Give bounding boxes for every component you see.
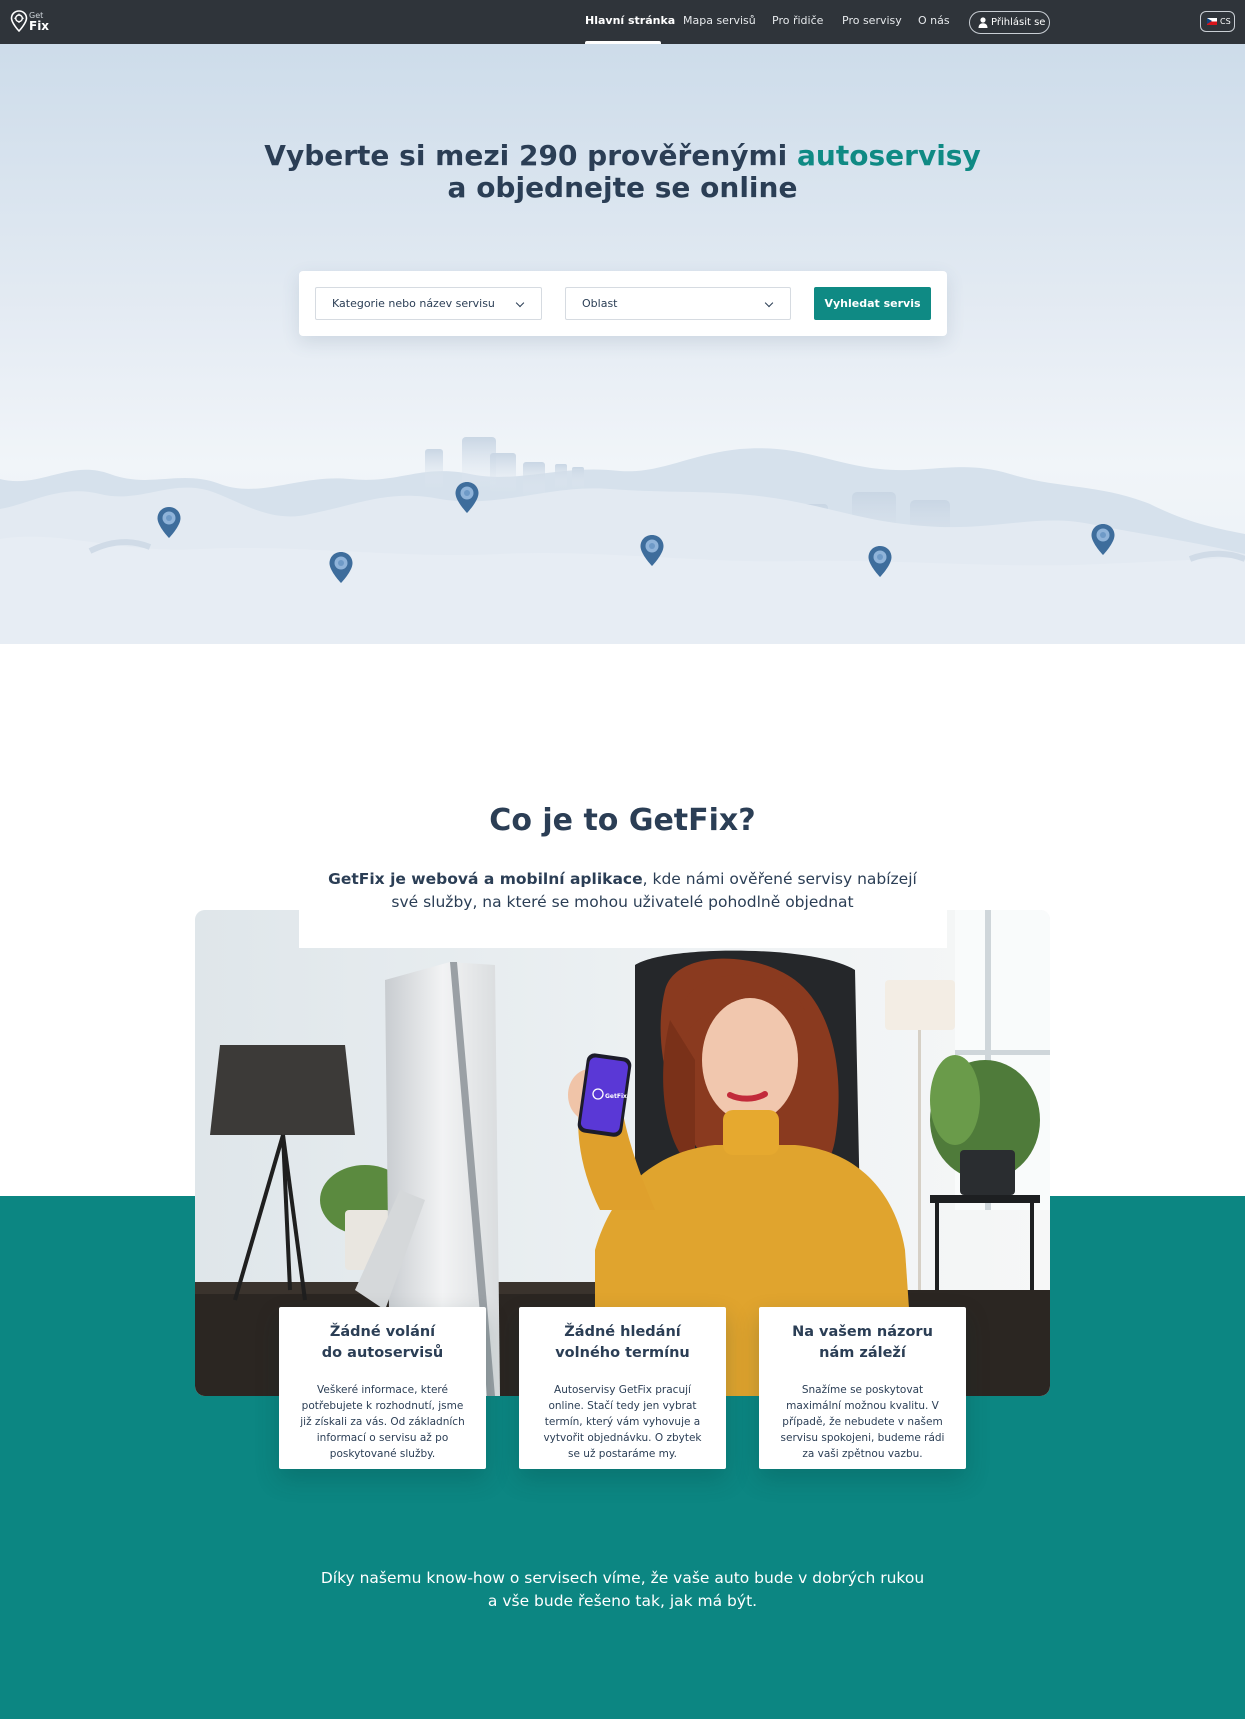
feature-card-text: Snažíme se poskytovat maximální možnou k…	[780, 1384, 945, 1460]
top-navigation: Get Fix Hlavní stránka Mapa servisů Pro …	[0, 0, 1245, 44]
feature-card-feedback: Na vašem názoru nám záleží Snažíme se po…	[759, 1307, 966, 1469]
map-pin-icon	[868, 546, 892, 577]
map-pin-icon	[1091, 524, 1115, 555]
search-service-button[interactable]: Vyhledat servis	[814, 287, 931, 320]
chevron-down-icon	[515, 298, 525, 308]
feature-card-title: Žádné volání do autoservisů	[321, 1324, 444, 1361]
czech-flag-icon	[1207, 18, 1217, 25]
nav-item-for-services[interactable]: Pro servisy	[842, 0, 902, 44]
nav-item-service-map[interactable]: Mapa servisů	[683, 0, 756, 44]
search-panel: Kategorie nebo název servisu Oblast Vyhl…	[299, 271, 947, 336]
hero-title: Vyberte si mezi 290 prověřenými autoserv…	[0, 140, 1245, 204]
map-pin-icon	[329, 552, 353, 583]
map-pin-icon	[640, 535, 664, 566]
logo-text-big: Fix	[29, 19, 50, 33]
login-button[interactable]: Přihlásit se	[969, 11, 1050, 34]
about-description-bold: GetFix je webová a mobilní aplikace	[328, 870, 643, 888]
feature-card-no-searching: Žádné hledání volného termínu Autoservis…	[519, 1307, 726, 1469]
getfix-logo[interactable]: Get Fix	[10, 10, 50, 34]
about-title: Co je to GetFix?	[489, 803, 756, 838]
city-landscape-illustration	[0, 437, 1245, 644]
know-how-text: Díky našemu know-how o servisech víme, ž…	[320, 1569, 925, 1610]
category-select[interactable]: Kategorie nebo název servisu	[315, 287, 542, 320]
feature-card-title: Na vašem názoru nám záleží	[792, 1324, 933, 1361]
language-switcher[interactable]: CS	[1200, 11, 1235, 32]
hero-title-prefix: Vyberte si mezi 290 prověřenými	[264, 139, 798, 172]
feature-card-text: Autoservisy GetFix pracují online. Stačí…	[543, 1384, 702, 1460]
hero-title-accent: autoservisy	[797, 139, 981, 172]
nav-item-for-drivers[interactable]: Pro řidiče	[772, 0, 823, 44]
nav-item-about[interactable]: O nás	[918, 0, 950, 44]
about-description: GetFix je webová a mobilní aplikace, kde…	[320, 868, 925, 914]
area-select-value: Oblast	[582, 297, 618, 310]
category-select-value: Kategorie nebo název servisu	[332, 297, 495, 310]
nav-item-home[interactable]: Hlavní stránka	[585, 0, 675, 44]
map-pin-logo-icon	[10, 10, 28, 32]
feature-card-title: Žádné hledání volného termínu	[555, 1324, 690, 1361]
language-code: CS	[1220, 17, 1231, 26]
login-button-label: Přihlásit se	[991, 17, 1046, 28]
area-select[interactable]: Oblast	[565, 287, 791, 320]
chevron-down-icon	[764, 298, 774, 308]
map-pin-icon	[455, 482, 479, 513]
user-icon	[978, 17, 988, 28]
feature-card-no-calls: Žádné volání do autoservisů Veškeré info…	[279, 1307, 486, 1469]
hero-title-line2: a objednejte se online	[447, 171, 798, 204]
phone-logo-text: GetFix	[605, 1093, 627, 1100]
feature-card-text: Veškeré informace, které potřebujete k r…	[300, 1384, 465, 1460]
hero-section: Vyberte si mezi 290 prověřenými autoserv…	[0, 44, 1245, 644]
map-pin-icon	[157, 507, 181, 538]
